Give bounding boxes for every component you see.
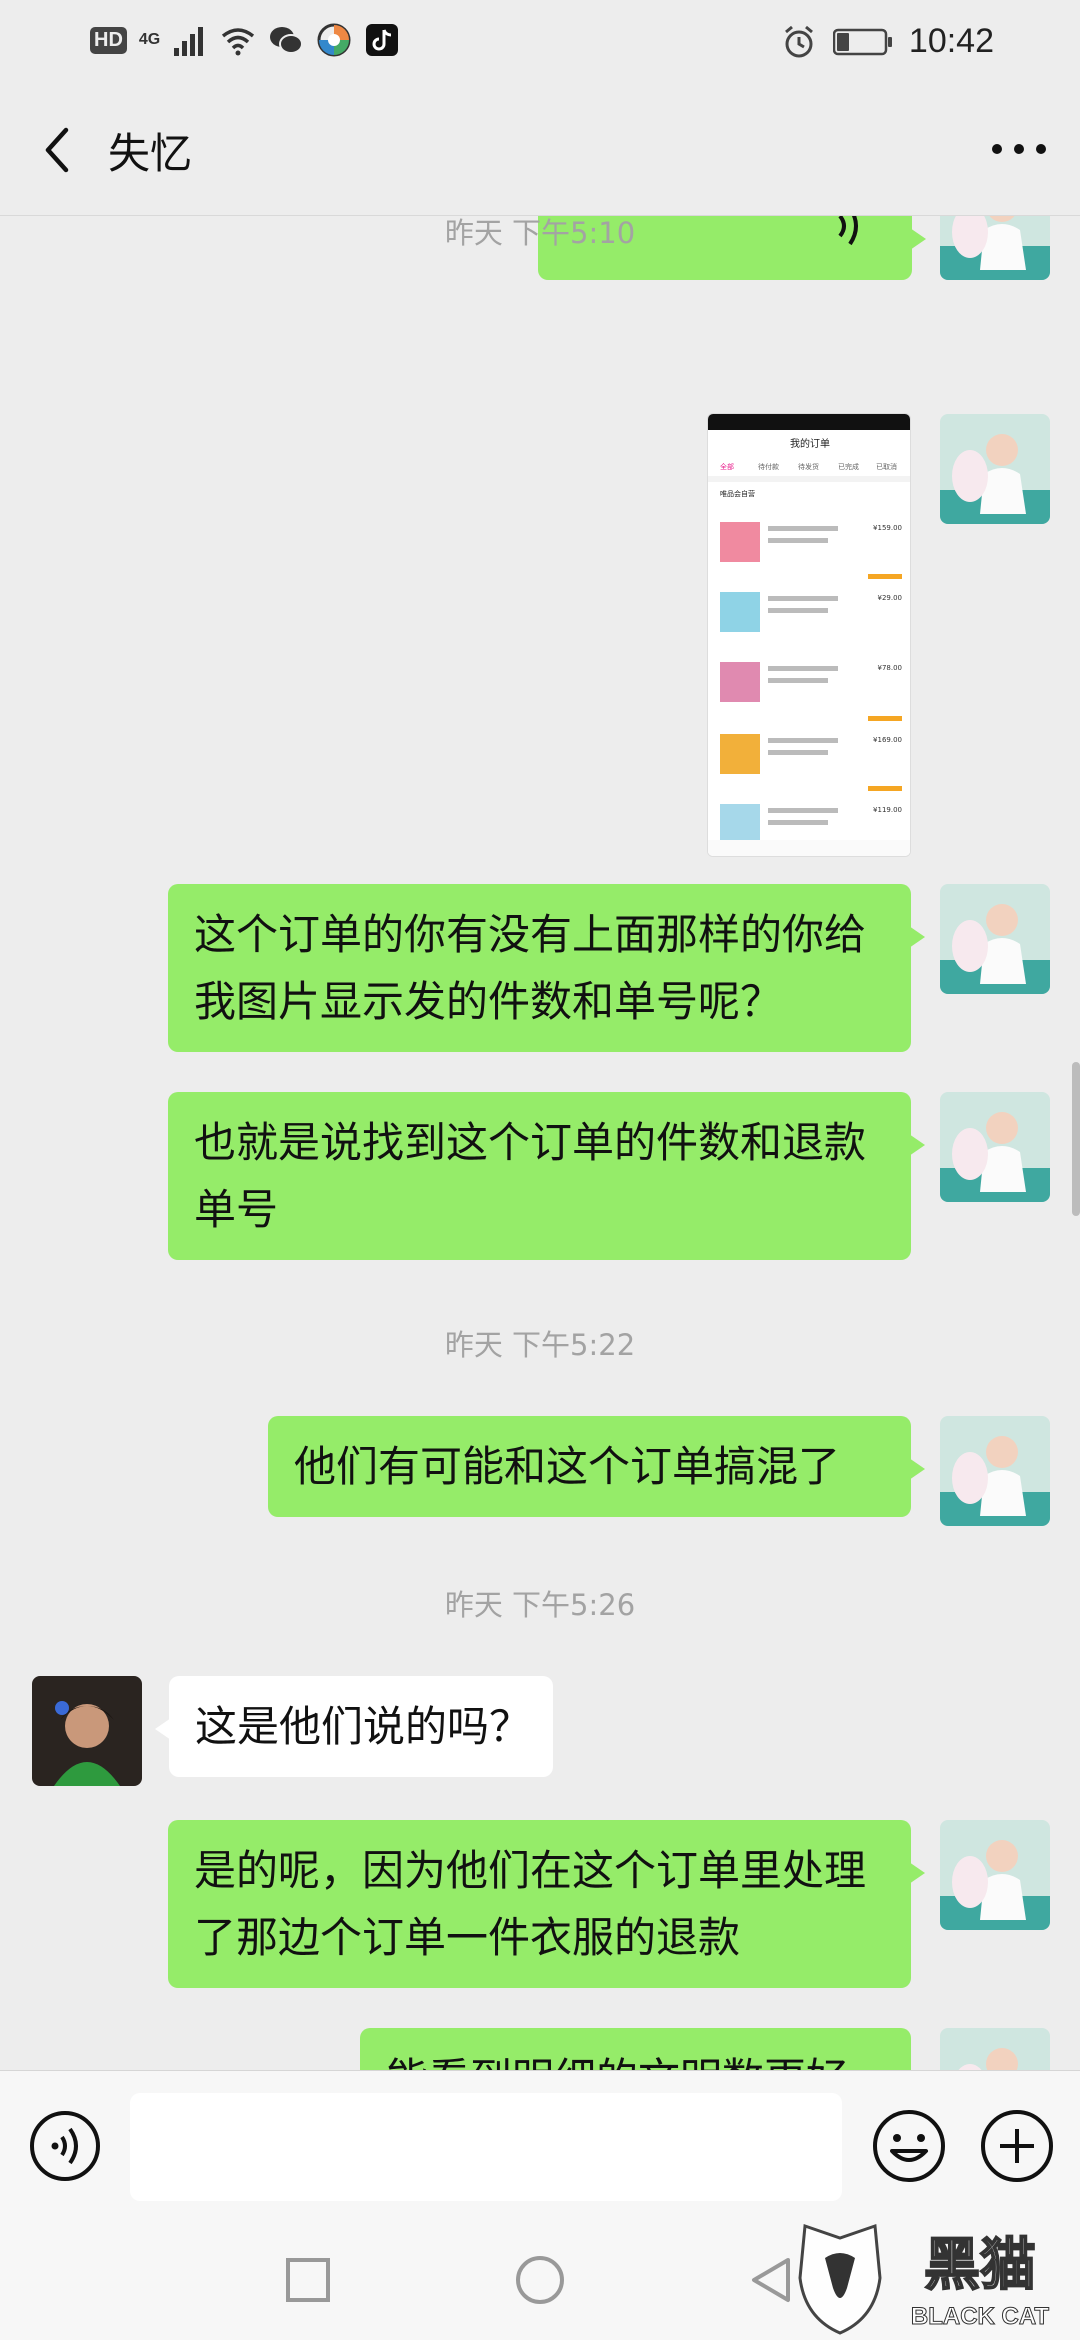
input-bar	[0, 2070, 1080, 2222]
message-bubble[interactable]: 能看到明细的文明数更好	[360, 2028, 911, 2070]
contact-name: 失忆	[108, 129, 193, 178]
clock: 10:42	[908, 22, 994, 60]
thumb-product-image	[720, 592, 760, 632]
thumb-product-image	[720, 662, 760, 702]
message-input[interactable]	[130, 2093, 842, 2201]
network-type: 4G	[138, 31, 161, 48]
thumb-product-image	[720, 522, 760, 562]
my-avatar[interactable]	[940, 414, 1050, 524]
my-avatar[interactable]	[940, 2028, 1050, 2070]
message-bubble[interactable]: 他们有可能和这个订单搞混了	[268, 1416, 925, 1517]
thumb-tab: 全部	[720, 462, 734, 471]
thumb-product-image	[720, 804, 760, 844]
message-list[interactable]: 昨天 下午5:10 我的订单 全部 待付款 待发货 已完成 已取消 唯品会自营	[0, 216, 1080, 2070]
message-bubble[interactable]: 这是他们说的吗？	[154, 1676, 554, 1777]
watermark-en: BLACK CAT	[911, 2303, 1050, 2330]
thumb-price: ¥78.00	[878, 664, 903, 672]
camera-app-icon	[317, 23, 351, 57]
message-bubble[interactable]: 也就是说找到这个订单的件数和退款单号	[168, 1092, 925, 1260]
order-screenshot-image: 我的订单 全部 待付款 待发货 已完成 已取消 唯品会自营 ¥159.00 ¥2…	[708, 414, 910, 856]
more-options-icon[interactable]	[984, 124, 1054, 174]
more-actions-plus-icon[interactable]	[978, 2107, 1056, 2185]
voice-input-icon[interactable]	[28, 2109, 102, 2183]
hd-indicator: HD	[90, 26, 127, 54]
status-bar: HD 4G 10:42	[0, 0, 1080, 84]
wechat-icon	[270, 27, 304, 54]
signal-icon	[174, 27, 204, 56]
message-bubble[interactable]: 这个订单的你有没有上面那样的你给我图片显示发的件数和单号呢？	[168, 884, 925, 1052]
timestamp: 昨天 下午5:22	[444, 1328, 636, 1362]
my-avatar[interactable]	[940, 1820, 1050, 1930]
timestamp: 昨天 下午5:26	[444, 1588, 636, 1622]
thumb-product-image	[720, 734, 760, 774]
blackcat-logo-icon: 黑猫 BLACK CAT	[798, 2223, 1050, 2335]
emoji-icon[interactable]	[870, 2107, 948, 2185]
wifi-icon	[222, 28, 255, 56]
recents-square-icon[interactable]	[278, 2250, 338, 2310]
thumb-tab: 待付款	[758, 462, 779, 471]
thumb-tab: 已完成	[838, 462, 859, 471]
contact-avatar[interactable]	[32, 1676, 142, 1786]
message-bubble[interactable]: 是的呢，因为他们在这个订单里处理了那边个订单一件衣服的退款	[168, 1820, 925, 1988]
scrollbar[interactable]	[1072, 1062, 1080, 1216]
battery-icon	[832, 28, 892, 55]
image-message[interactable]: 我的订单 全部 待付款 待发货 已完成 已取消 唯品会自营 ¥159.00 ¥2…	[707, 413, 911, 857]
thumb-store: 唯品会自营	[720, 489, 755, 498]
chat-header: 失忆	[0, 84, 1080, 216]
blackcat-watermark: 黑猫 BLACK CAT	[785, 2218, 1070, 2336]
tiktok-icon	[366, 24, 399, 56]
alarm-icon	[784, 25, 813, 57]
timestamp: 昨天 下午5:10	[444, 216, 636, 250]
thumb-title: 我的订单	[790, 437, 830, 450]
thumb-tab: 已取消	[876, 462, 897, 471]
watermark-cn: 黑猫	[924, 2233, 1036, 2298]
back-arrow-icon[interactable]	[28, 120, 88, 180]
my-avatar[interactable]	[940, 884, 1050, 994]
thumb-price: ¥169.00	[873, 736, 902, 744]
my-avatar[interactable]	[940, 1092, 1050, 1202]
thumb-price: ¥159.00	[873, 524, 902, 532]
thumb-tab: 待发货	[798, 462, 819, 471]
thumb-price: ¥119.00	[873, 806, 902, 814]
thumb-price: ¥29.00	[878, 594, 903, 602]
home-circle-icon[interactable]	[510, 2250, 570, 2310]
my-avatar[interactable]	[940, 1416, 1050, 1526]
